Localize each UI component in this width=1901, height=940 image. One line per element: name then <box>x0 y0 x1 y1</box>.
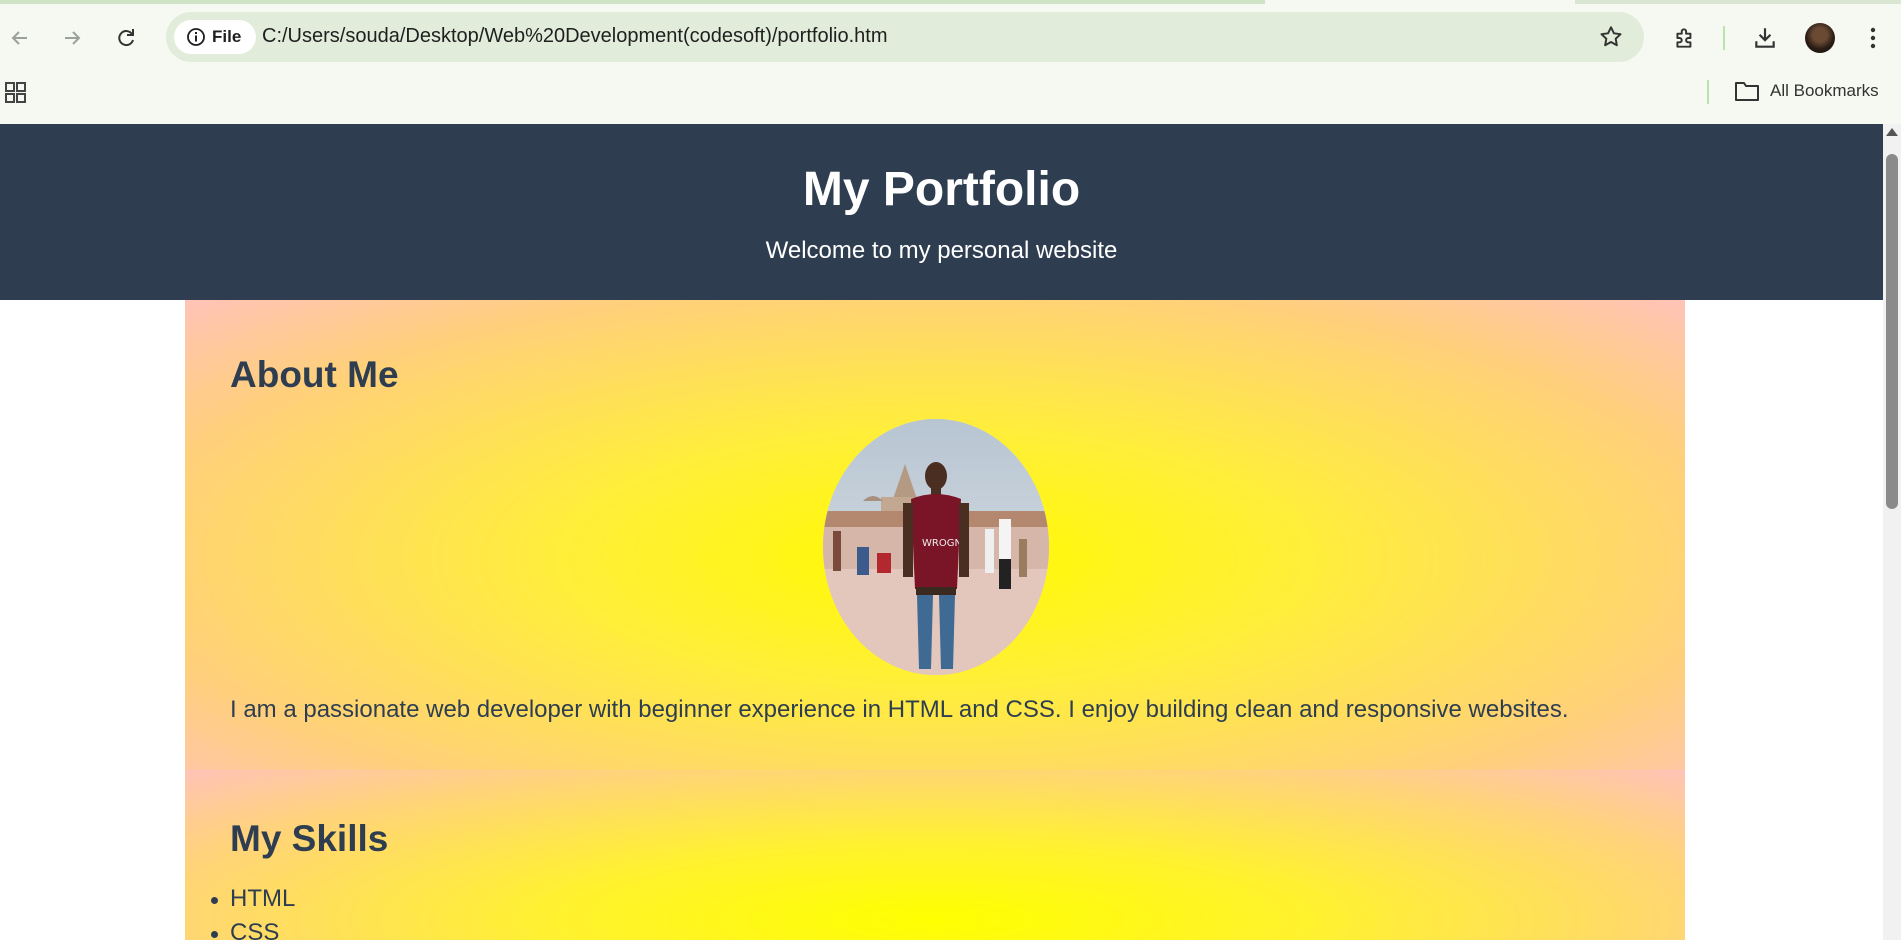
back-button[interactable] <box>4 22 36 54</box>
back-icon <box>11 31 27 45</box>
forward-button[interactable] <box>56 22 88 54</box>
skill-item: CSS <box>210 916 295 940</box>
address-bar[interactable]: File C:/Users/souda/Desktop/Web%20Develo… <box>166 12 1644 62</box>
forward-icon <box>65 31 81 45</box>
all-bookmarks-button[interactable]: All Bookmarks <box>1734 80 1879 102</box>
apps-icon <box>5 82 26 103</box>
avatar[interactable] <box>1805 23 1835 53</box>
folder-icon <box>1735 82 1759 101</box>
url-text[interactable]: C:/Users/souda/Desktop/Web%20Development… <box>262 25 887 48</box>
download-icon <box>1755 28 1775 48</box>
skills-list: HTML CSS <box>210 882 295 940</box>
vertical-scrollbar[interactable] <box>1883 124 1901 940</box>
menu-button[interactable] <box>1856 21 1890 55</box>
reload-button[interactable] <box>110 22 142 54</box>
star-icon <box>1600 26 1622 47</box>
scroll-up-arrow[interactable] <box>1886 128 1898 136</box>
profile-photo: WROGN <box>823 419 1049 675</box>
site-subtitle: Welcome to my personal website <box>765 237 1118 264</box>
skills-heading: My Skills <box>230 818 389 859</box>
site-info-chip[interactable]: File <box>174 20 256 54</box>
active-tab-edge <box>0 0 1265 4</box>
toolbar-divider <box>1723 26 1725 50</box>
all-bookmarks-label: All Bookmarks <box>1770 81 1879 100</box>
reload-icon <box>118 29 134 47</box>
site-chip-label: File <box>212 27 242 46</box>
svg-text:WROGN: WROGN <box>922 538 962 549</box>
info-icon <box>187 28 205 46</box>
tab-gap <box>1265 0 1575 4</box>
tab-strip <box>0 0 1901 4</box>
about-section: About Me WROGN I am a passionate web dev… <box>185 300 1685 770</box>
skills-section: My Skills HTML CSS <box>185 770 1685 940</box>
site-header: My Portfolio Welcome to my personal webs… <box>0 124 1883 300</box>
extensions-icon <box>1676 28 1692 48</box>
extensions-button[interactable] <box>1668 21 1702 55</box>
scrollbar-thumb[interactable] <box>1886 154 1898 509</box>
bookmarks-divider <box>1707 80 1709 104</box>
browser-chrome: File C:/Users/souda/Desktop/Web%20Develo… <box>0 0 1901 124</box>
about-paragraph: I am a passionate web developer with beg… <box>230 696 1569 723</box>
apps-button[interactable] <box>5 82 27 109</box>
menu-icon <box>1870 27 1876 49</box>
about-heading: About Me <box>230 354 399 395</box>
profile-photo-image: WROGN <box>823 419 1049 675</box>
site-title: My Portfolio <box>802 163 1081 216</box>
downloads-button[interactable] <box>1748 21 1782 55</box>
page-viewport: My Portfolio Welcome to my personal webs… <box>0 124 1883 940</box>
skill-item: HTML <box>210 882 295 916</box>
bookmark-star-button[interactable] <box>1598 24 1624 55</box>
